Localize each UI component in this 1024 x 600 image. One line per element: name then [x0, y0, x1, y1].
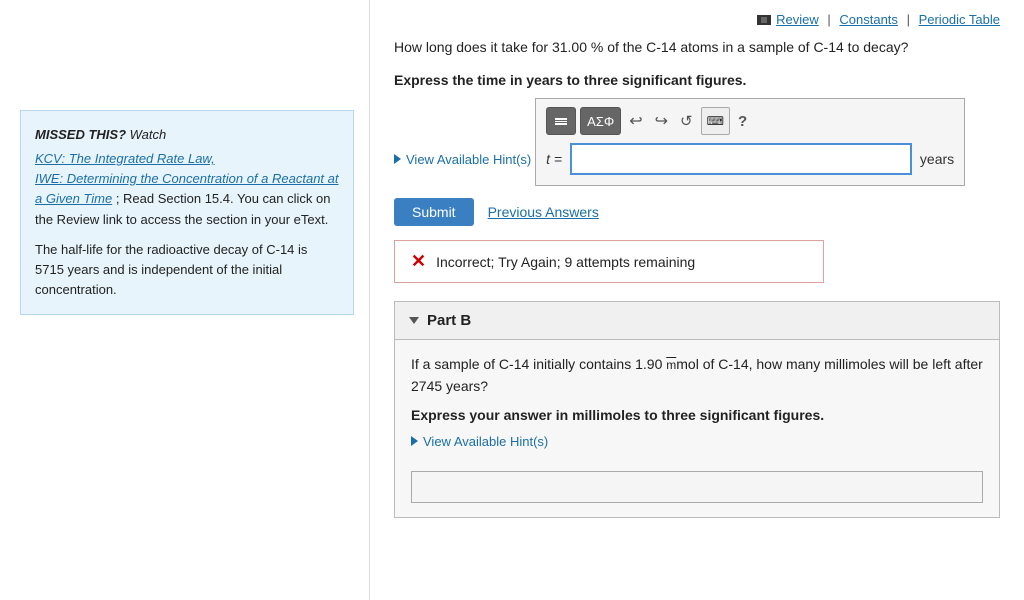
part-b-header[interactable]: Part B [395, 302, 999, 340]
instruction-text: Express the time in years to three signi… [394, 72, 1000, 88]
submit-row: Submit Previous Answers [394, 198, 1000, 226]
fraction-icon [555, 118, 567, 125]
error-box: ✕ Incorrect; Try Again; 9 attempts remai… [394, 240, 824, 283]
error-message: Incorrect; Try Again; 9 attempts remaini… [436, 254, 695, 270]
part-b-section: Part B If a sample of C-14 initially con… [394, 301, 1000, 518]
half-life-info: The half-life for the radioactive decay … [35, 240, 339, 300]
missed-title: MISSED THIS? Watch [35, 125, 339, 145]
part-b-hint-triangle-icon [411, 436, 418, 446]
missed-this-box: MISSED THIS? Watch KCV: The Integrated R… [20, 110, 354, 315]
review-icon [757, 15, 771, 25]
top-links: Review | Constants | Periodic Table [394, 12, 1000, 27]
math-input-container: ΑΣΦ ↩ ↪ ↺ ⌨ ? t = years [535, 98, 965, 186]
sidebar: MISSED THIS? Watch KCV: The Integrated R… [0, 0, 370, 600]
part-b-instruction: Express your answer in millimoles to thr… [411, 407, 983, 423]
redo-button[interactable]: ↪ [651, 107, 672, 135]
reset-button[interactable]: ↺ [676, 107, 697, 135]
sidebar-links: KCV: The Integrated Rate Law, IWE: Deter… [35, 149, 339, 230]
part-b-input-placeholder [411, 471, 983, 503]
answer-input[interactable] [570, 143, 912, 175]
sigma-button[interactable]: ΑΣΦ [580, 107, 621, 135]
part-b-title: Part B [427, 312, 471, 329]
math-toolbar: ΑΣΦ ↩ ↪ ↺ ⌨ ? [546, 107, 954, 135]
part-b-collapse-icon [409, 317, 419, 324]
math-variable-label: t = [546, 151, 562, 167]
hint-label: View Available Hint(s) [406, 152, 531, 167]
review-link[interactable]: Review [776, 12, 819, 27]
fraction-button[interactable] [546, 107, 576, 135]
kcv-link[interactable]: KCV: The Integrated Rate Law, [35, 151, 215, 166]
periodic-table-link[interactable]: Periodic Table [919, 12, 1000, 27]
separator-1: | [827, 12, 830, 27]
help-button[interactable]: ? [734, 107, 751, 135]
watch-label: Watch [130, 127, 167, 142]
missed-title-text: MISSED THIS? [35, 127, 126, 142]
part-b-hint-label: View Available Hint(s) [423, 434, 548, 449]
hint-triangle-icon [394, 154, 401, 164]
undo-button[interactable]: ↩ [625, 107, 646, 135]
previous-answers-button[interactable]: Previous Answers [488, 204, 599, 220]
keyboard-button[interactable]: ⌨ [701, 107, 730, 135]
question-text: How long does it take for 31.00 % of the… [394, 37, 1000, 58]
constants-link[interactable]: Constants [839, 12, 898, 27]
part-b-hint-link[interactable]: View Available Hint(s) [411, 434, 548, 449]
main-content: Review | Constants | Periodic Table How … [370, 0, 1024, 600]
error-icon: ✕ [411, 251, 426, 272]
part-b-body: If a sample of C-14 initially contains 1… [395, 340, 999, 517]
hint-link[interactable]: View Available Hint(s) [394, 152, 531, 167]
separator-2: | [907, 12, 910, 27]
unit-label: years [920, 151, 954, 167]
submit-button[interactable]: Submit [394, 198, 474, 226]
keyboard-icon: ⌨ [707, 114, 724, 128]
part-b-question-text: If a sample of C-14 initially contains 1… [411, 354, 983, 397]
math-input-row: t = years [546, 143, 954, 175]
